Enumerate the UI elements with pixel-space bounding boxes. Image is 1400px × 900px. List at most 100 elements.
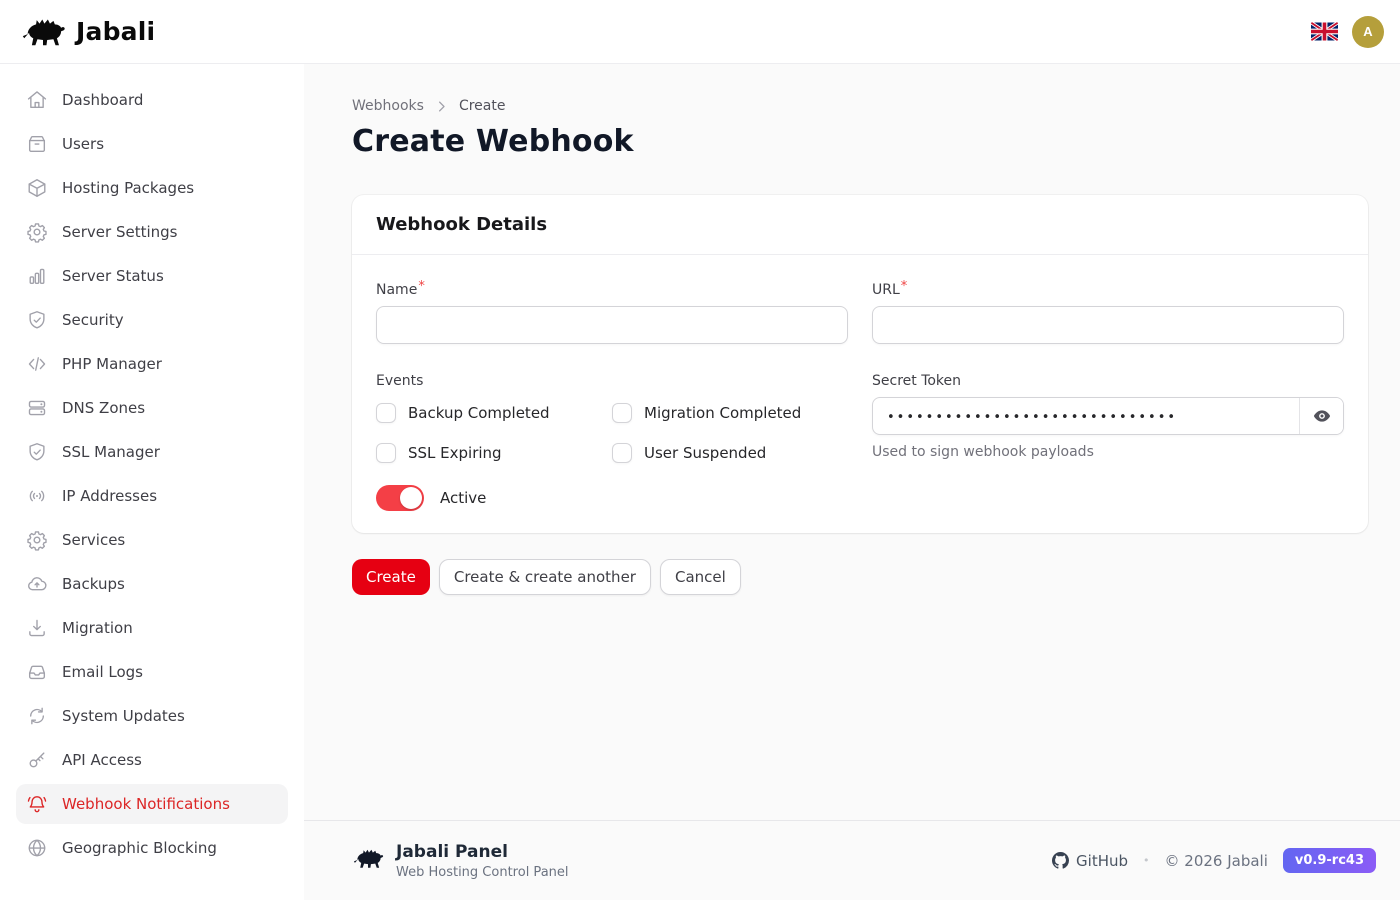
checkbox-box[interactable] [376, 403, 396, 423]
create-and-create-another-button[interactable]: Create & create another [439, 559, 651, 595]
checkbox-box[interactable] [612, 443, 632, 463]
globe-icon [26, 837, 48, 859]
server-stack-icon [26, 397, 48, 419]
sidebar-item-label: Email Logs [62, 663, 143, 681]
sidebar-item-label: Hosting Packages [62, 179, 194, 197]
top-header: Jabali A [0, 0, 1400, 64]
sidebar-item-label: PHP Manager [62, 355, 162, 373]
sidebar-item-email-logs[interactable]: Email Logs [16, 652, 288, 692]
active-toggle[interactable] [376, 485, 424, 511]
main-content: Webhooks Create Create Webhook Webhook D… [304, 64, 1400, 900]
sidebar-item-dashboard[interactable]: Dashboard [16, 80, 288, 120]
version-badge: v0.9-rc43 [1283, 848, 1376, 873]
name-input[interactable] [376, 306, 848, 344]
chevron-right-icon [434, 99, 449, 114]
sidebar-item-dns-zones[interactable]: DNS Zones [16, 388, 288, 428]
arrows-rotate-icon [26, 705, 48, 727]
footer-tagline: Web Hosting Control Panel [396, 865, 569, 880]
sidebar-item-label: Migration [62, 619, 133, 637]
checkbox-label: User Suspended [644, 444, 766, 462]
sidebar-item-label: Server Settings [62, 223, 177, 241]
checkbox-ssl-expiring[interactable]: SSL Expiring [376, 443, 612, 463]
sidebar-item-ip-addresses[interactable]: IP Addresses [16, 476, 288, 516]
sidebar-item-label: Webhook Notifications [62, 795, 230, 813]
cancel-button[interactable]: Cancel [660, 559, 741, 595]
name-field-group: Name* [376, 279, 848, 344]
sidebar-item-label: SSL Manager [62, 443, 160, 461]
checkbox-backup-completed[interactable]: Backup Completed [376, 403, 612, 423]
sidebar-item-label: System Updates [62, 707, 185, 725]
checkbox-label: Migration Completed [644, 404, 801, 422]
sidebar-item-label: API Access [62, 751, 142, 769]
language-flag-button[interactable] [1311, 22, 1338, 41]
url-input[interactable] [872, 306, 1344, 344]
breadcrumb-create: Create [459, 98, 506, 114]
user-avatar[interactable]: A [1352, 16, 1384, 48]
sidebar-item-label: Dashboard [62, 91, 143, 109]
form-actions: Create Create & create another Cancel [352, 559, 1368, 595]
sidebar-item-backups[interactable]: Backups [16, 564, 288, 604]
checkbox-box[interactable] [376, 443, 396, 463]
cube-icon [26, 177, 48, 199]
sidebar-item-label: Server Status [62, 267, 164, 285]
sidebar-item-server-status[interactable]: Server Status [16, 256, 288, 296]
cloud-arrow-up-icon [26, 573, 48, 595]
secret-token-field-group: Secret Token Used to sign [872, 370, 1344, 511]
sidebar-item-label: Backups [62, 575, 125, 593]
bar-chart-icon [26, 265, 48, 287]
reveal-secret-button[interactable] [1299, 398, 1343, 434]
sidebar-item-label: IP Addresses [62, 487, 157, 505]
card-title: Webhook Details [376, 214, 1344, 235]
sidebar-item-webhook-notifications[interactable]: Webhook Notifications [16, 784, 288, 824]
shield-check-icon [26, 309, 48, 331]
sidebar-item-security[interactable]: Security [16, 300, 288, 340]
github-icon [1052, 852, 1069, 869]
sidebar-item-label: DNS Zones [62, 399, 145, 417]
create-button[interactable]: Create [352, 559, 430, 595]
page-title: Create Webhook [352, 124, 1368, 159]
signal-icon [26, 485, 48, 507]
shield-check-icon [26, 441, 48, 463]
key-icon [26, 749, 48, 771]
breadcrumb-webhooks[interactable]: Webhooks [352, 98, 424, 114]
sidebar-item-label: Users [62, 135, 104, 153]
breadcrumb: Webhooks Create [352, 98, 1368, 114]
events-label: Events [376, 373, 423, 389]
sidebar-item-system-updates[interactable]: System Updates [16, 696, 288, 736]
webhook-details-card: Webhook Details Name* URL* [352, 195, 1368, 533]
events-field-group: Events Backup Completed Migration Complet… [376, 370, 848, 511]
github-link[interactable]: GitHub [1052, 852, 1128, 870]
name-label: Name* [376, 282, 425, 298]
checkbox-label: Backup Completed [408, 404, 550, 422]
inbox-icon [26, 661, 48, 683]
code-icon [26, 353, 48, 375]
sidebar-item-migration[interactable]: Migration [16, 608, 288, 648]
sidebar-item-php-manager[interactable]: PHP Manager [16, 344, 288, 384]
gear-icon [26, 221, 48, 243]
footer-separator: • [1143, 854, 1150, 867]
url-label: URL* [872, 282, 907, 298]
checkbox-box[interactable] [612, 403, 632, 423]
sidebar-item-geographic-blocking[interactable]: Geographic Blocking [16, 828, 288, 868]
checkbox-migration-completed[interactable]: Migration Completed [612, 403, 848, 423]
home-icon [26, 89, 48, 111]
secret-token-input[interactable] [873, 398, 1299, 434]
checkbox-label: SSL Expiring [408, 444, 502, 462]
sidebar-item-users[interactable]: Users [16, 124, 288, 164]
app-logo[interactable]: Jabali [20, 16, 155, 48]
sidebar-item-server-settings[interactable]: Server Settings [16, 212, 288, 252]
checkbox-user-suspended[interactable]: User Suspended [612, 443, 848, 463]
gear-icon [26, 529, 48, 551]
sidebar-item-hosting-packages[interactable]: Hosting Packages [16, 168, 288, 208]
boar-logo-icon [352, 847, 384, 874]
sidebar-item-label: Geographic Blocking [62, 839, 217, 857]
brand-name: Jabali [76, 17, 155, 46]
footer: Jabali Panel Web Hosting Control Panel G… [304, 820, 1400, 900]
required-asterisk: * [901, 279, 908, 294]
sidebar-item-services[interactable]: Services [16, 520, 288, 560]
sidebar-item-api-access[interactable]: API Access [16, 740, 288, 780]
footer-brand: Jabali Panel [396, 842, 569, 862]
secret-token-helper: Used to sign webhook payloads [872, 444, 1344, 460]
sidebar-item-ssl-manager[interactable]: SSL Manager [16, 432, 288, 472]
archive-box-icon [26, 133, 48, 155]
